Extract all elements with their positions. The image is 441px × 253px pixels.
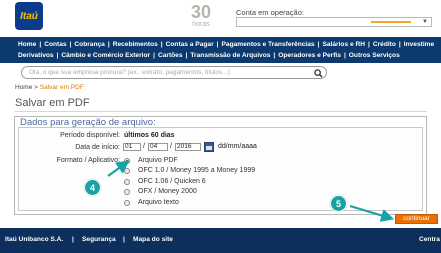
footer-link-security[interactable]: Segurança (82, 236, 116, 243)
callout-step-5: 5 (330, 195, 347, 212)
footer-separator: | (72, 236, 74, 243)
footer-link-central[interactable]: Centra (419, 236, 440, 243)
continue-button[interactable]: continuar (395, 214, 438, 224)
callout-step-4: 4 (84, 179, 101, 196)
footer-separator: | (123, 236, 125, 243)
callout-arrows (107, 160, 395, 222)
footer-company: Itaú Unibanco S.A. (5, 236, 64, 243)
footer-link-sitemap[interactable]: Mapa do site (133, 236, 173, 243)
arrow-step-5 (349, 204, 395, 222)
arrow-step-4 (107, 160, 130, 177)
footer: Itaú Unibanco S.A. | Segurança | Mapa do… (0, 228, 441, 253)
